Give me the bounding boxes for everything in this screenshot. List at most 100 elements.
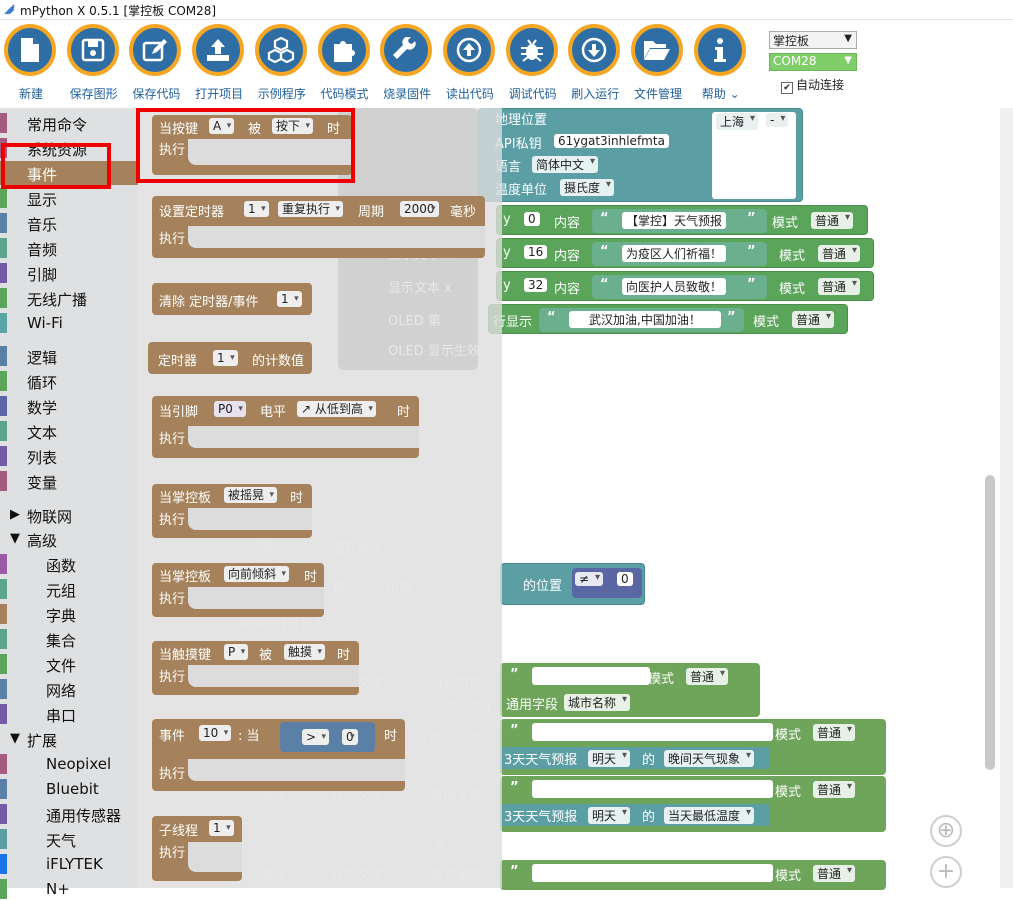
when-touch-block[interactable]: 当触摸键 P被触摸时执行 xyxy=(152,641,359,695)
item-dropdown[interactable]: 晚间天气现象 xyxy=(664,750,755,767)
category-item[interactable]: 音频 xyxy=(0,236,138,260)
condition-block[interactable]: >0 xyxy=(280,722,375,752)
value-field[interactable]: 0 xyxy=(342,729,358,745)
toolbar-button-puzzle[interactable]: 代码模式 xyxy=(314,24,376,101)
toolbar-button-save[interactable]: 保存图形 xyxy=(63,24,125,101)
category-item[interactable]: 逻辑 xyxy=(0,344,138,368)
category-item[interactable]: iFLYTEK xyxy=(0,852,138,876)
mode-dropdown[interactable]: 普通 xyxy=(813,724,856,741)
set-timer-block[interactable]: 设置定时器 1 重复执行周期 2000 毫秒执行 xyxy=(152,196,485,258)
timer-num-dropdown[interactable]: 1 xyxy=(244,201,269,217)
category-item[interactable]: ▼ 扩展 xyxy=(0,727,138,751)
category-item[interactable]: 列表 xyxy=(0,444,138,468)
category-item[interactable]: Bluebit xyxy=(0,777,138,801)
toolbar-button-cubes[interactable]: 示例程序 xyxy=(251,24,313,101)
category-item[interactable]: Neopixel xyxy=(0,752,138,776)
category-item[interactable]: 显示 xyxy=(0,186,138,210)
api-key-field[interactable]: 61ygat3inhlefmta xyxy=(554,134,669,148)
toolbar-button-info[interactable]: 帮助 ⌄ xyxy=(690,24,752,101)
category-item[interactable]: 事件 xyxy=(0,161,138,185)
edge-dropdown[interactable]: ↗ 从低到高 xyxy=(297,401,376,417)
state-dropdown[interactable]: 向前倾斜 xyxy=(224,566,290,582)
text-field[interactable]: 武汉加油,中国加油！ xyxy=(569,311,721,328)
clear-timer-block[interactable]: 清除 定时器/事件 1 xyxy=(152,283,312,315)
toolbar-button-bug[interactable]: 调试代码 xyxy=(502,24,564,101)
period-field[interactable]: 2000 xyxy=(400,201,439,217)
text-input-slot[interactable] xyxy=(532,864,773,882)
scrollbar-track[interactable] xyxy=(1000,108,1013,888)
y-value-field[interactable]: 16 xyxy=(524,245,548,259)
text-block[interactable]: “ 【掌控】天气预报 ” xyxy=(592,209,767,233)
category-item[interactable]: 文本 xyxy=(0,419,138,443)
weather-display-row[interactable]: ”3天天气预报明天的晚间天气现象模式普通 xyxy=(500,719,886,775)
category-item[interactable]: 变量 xyxy=(0,469,138,493)
category-item[interactable]: 常用命令 xyxy=(0,111,138,135)
mode-dropdown[interactable]: 普通 xyxy=(813,865,856,882)
key-dropdown[interactable]: A xyxy=(209,118,235,134)
event-num-dropdown[interactable]: 10 xyxy=(199,725,232,741)
toolbar-button-folder[interactable]: 文件管理 xyxy=(627,24,689,101)
action-dropdown[interactable]: 触摸 xyxy=(284,644,326,660)
text-field[interactable]: 为疫区人们祈福！ xyxy=(622,245,727,262)
state-dropdown[interactable]: 被摇晃 xyxy=(224,487,278,503)
category-item[interactable]: 循环 xyxy=(0,369,138,393)
thread-num-dropdown[interactable]: 1 xyxy=(209,820,234,836)
location-input-area[interactable]: 上海 - xyxy=(712,112,796,199)
text-input-slot[interactable] xyxy=(532,723,773,741)
text-block[interactable]: “ 为疫区人们祈福！ ” xyxy=(592,242,767,266)
category-item[interactable]: 集合 xyxy=(0,627,138,651)
toolbar-button-wrench[interactable]: 烧录固件 xyxy=(376,24,438,101)
oled-text-row[interactable]: y 32 内容 “ 向医护人员致敬！ ” 模式 普通 xyxy=(496,271,874,301)
toolbar-button-upload[interactable]: 打开项目 xyxy=(188,24,250,101)
timer-num-dropdown[interactable]: 1 xyxy=(213,350,238,366)
weather-display-row[interactable]: ” 模式 普通 xyxy=(500,860,886,890)
category-item[interactable]: 数学 xyxy=(0,394,138,418)
day-dropdown[interactable]: 明天 xyxy=(588,807,631,824)
position-compare-block[interactable]: 的位置 ≠ 0 xyxy=(500,563,645,605)
when-tilt-block[interactable]: 当掌控板向前倾斜时执行 xyxy=(152,563,324,617)
touch-key-dropdown[interactable]: P xyxy=(224,644,249,660)
pin-dropdown[interactable]: P0 xyxy=(214,401,246,417)
language-dropdown[interactable]: 简体中文 xyxy=(532,156,599,173)
event-condition-block[interactable]: 事件 10: 当 >0 时执行 xyxy=(152,719,405,791)
text-input-slot[interactable] xyxy=(532,780,773,798)
weather-settings-block[interactable]: 地理位置 API私钥 61ygat3inhlefmta 语言 简体中文 温度单位… xyxy=(478,108,803,202)
category-item[interactable]: 天气 xyxy=(0,827,138,851)
text-block[interactable]: “ 向医护人员致敬！ ” xyxy=(592,275,767,299)
zoom-in-icon[interactable]: + xyxy=(930,856,962,888)
toolbar-button-edit[interactable]: 保存代码 xyxy=(125,24,187,101)
city-dropdown[interactable]: 上海 xyxy=(716,113,759,130)
weather-display-row[interactable]: ” 通用字段城市名称 模式普通 xyxy=(500,663,760,717)
temperature-unit-dropdown[interactable]: 摄氏度 xyxy=(560,179,615,196)
recenter-icon[interactable]: ⊕ xyxy=(930,815,962,847)
mode-dropdown[interactable]: 普通 xyxy=(792,311,835,328)
category-item[interactable]: 元组 xyxy=(0,577,138,601)
category-item[interactable]: 文件 xyxy=(0,652,138,676)
forecast-block[interactable]: 3天天气预报明天的当天最低温度 xyxy=(500,804,770,826)
board-select[interactable]: 掌控板 ▼ xyxy=(769,31,857,49)
category-item[interactable]: 字典 xyxy=(0,602,138,626)
category-item[interactable]: 通用传感器 xyxy=(0,802,138,826)
mode-dropdown[interactable]: 普通 xyxy=(811,212,854,229)
category-item[interactable]: ▶ 物联网 xyxy=(0,503,138,527)
toolbar-button-arrow-down[interactable]: 刷入运行 xyxy=(564,24,626,101)
oled-line-row[interactable]: 行显示 “武汉加油,中国加油！” 模式 普通 xyxy=(488,304,848,334)
category-item[interactable]: Wi-Fi xyxy=(0,311,138,335)
timer-count-block[interactable]: 定时器 1 的计数值 xyxy=(148,342,312,374)
category-item[interactable]: N+ xyxy=(0,877,138,901)
category-item[interactable]: 系统资源 xyxy=(0,136,138,160)
scrollbar-thumb[interactable] xyxy=(985,475,995,770)
oled-text-row[interactable]: y 16 内容 “ 为疫区人们祈福！ ” 模式 普通 xyxy=(496,238,874,268)
when-shake-block[interactable]: 当掌控板被摇晃时执行 xyxy=(152,484,312,538)
auto-connect-checkbox[interactable]: ✔ 自动连接 xyxy=(781,76,844,94)
mode-dropdown[interactable]: 普通 xyxy=(818,245,861,262)
repeat-mode-dropdown[interactable]: 重复执行 xyxy=(278,201,344,217)
category-item[interactable]: 无线广播 xyxy=(0,286,138,310)
mode-dropdown[interactable]: 普通 xyxy=(686,668,729,685)
port-select[interactable]: COM28 ▼ xyxy=(769,53,857,71)
timer-num-dropdown[interactable]: 1 xyxy=(277,291,302,307)
category-item[interactable]: ▼ 高级 xyxy=(0,527,138,551)
category-item[interactable]: 串口 xyxy=(0,702,138,726)
oled-text-row[interactable]: y 0 内容 “ 【掌控】天气预报 ” 模式 普通 xyxy=(496,205,868,235)
y-value-field[interactable]: 32 xyxy=(524,278,548,292)
